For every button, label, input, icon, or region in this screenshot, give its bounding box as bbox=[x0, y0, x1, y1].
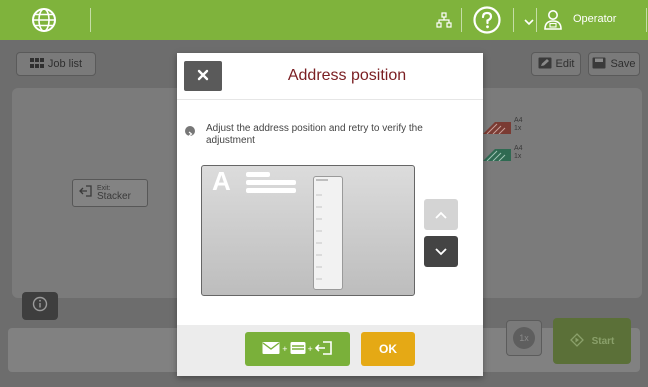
address-position-dialog: Address position Adjust the address posi… bbox=[177, 53, 483, 376]
operator-label[interactable]: Operator bbox=[573, 13, 616, 25]
document-icon bbox=[290, 341, 306, 357]
separator bbox=[461, 8, 462, 32]
job-list-button[interactable]: Job list bbox=[16, 52, 96, 76]
user-icon[interactable] bbox=[543, 9, 563, 31]
chevron-down-icon[interactable] bbox=[524, 14, 534, 26]
floppy-icon bbox=[592, 57, 606, 72]
pencil-icon bbox=[538, 57, 552, 72]
verify-run-button[interactable]: + + bbox=[245, 332, 350, 366]
exit-big-label: Stacker bbox=[97, 190, 131, 202]
separator bbox=[536, 8, 537, 32]
count-label: 1x bbox=[513, 327, 535, 349]
document-size-label: A4 bbox=[514, 117, 523, 124]
save-label: Save bbox=[610, 58, 636, 70]
top-bar: Operator bbox=[0, 0, 648, 40]
chevron-up-icon bbox=[435, 207, 447, 222]
document-stack-icon bbox=[483, 120, 511, 135]
ruler-icon bbox=[313, 176, 343, 290]
address-line bbox=[246, 188, 296, 193]
separator bbox=[646, 8, 647, 32]
network-icon[interactable] bbox=[434, 10, 454, 30]
job-list-label: Job list bbox=[47, 58, 83, 70]
document-stack-icon bbox=[483, 147, 511, 162]
address-line bbox=[246, 180, 296, 185]
start-icon bbox=[569, 332, 584, 350]
grid-icon bbox=[29, 57, 44, 71]
divider bbox=[177, 99, 483, 100]
envelope-icon bbox=[262, 341, 280, 357]
envelope-preview: A bbox=[201, 165, 415, 296]
help-icon[interactable] bbox=[472, 5, 502, 35]
ok-button[interactable]: OK bbox=[361, 332, 415, 366]
chevron-down-icon bbox=[435, 244, 447, 259]
edit-button[interactable]: Edit bbox=[531, 52, 581, 76]
exit-icon bbox=[314, 340, 333, 358]
dialog-footer: + + OK bbox=[177, 325, 483, 376]
address-line bbox=[246, 172, 270, 177]
globe-icon[interactable] bbox=[22, 4, 66, 36]
count-button[interactable]: 1x bbox=[506, 320, 542, 356]
move-up-button[interactable] bbox=[424, 199, 458, 230]
edit-label: Edit bbox=[555, 58, 575, 70]
bullet-arrow-icon bbox=[185, 126, 195, 137]
info-button[interactable] bbox=[22, 292, 58, 320]
exit-text: Exit: Stacker bbox=[97, 185, 131, 202]
document-count-label: 1x bbox=[514, 153, 522, 160]
close-icon bbox=[197, 69, 209, 84]
move-down-button[interactable] bbox=[424, 236, 458, 267]
address-block-icon: A bbox=[212, 166, 231, 196]
save-button[interactable]: Save bbox=[588, 52, 640, 76]
separator bbox=[90, 8, 91, 32]
exit-icon bbox=[79, 184, 93, 203]
close-button[interactable] bbox=[184, 61, 222, 91]
instruction-text: Adjust the address position and retry to… bbox=[206, 123, 423, 146]
info-icon bbox=[32, 296, 48, 317]
plus-icon: + bbox=[282, 344, 288, 354]
separator bbox=[513, 8, 514, 32]
plus-icon: + bbox=[307, 344, 313, 354]
exit-stacker[interactable]: Exit: Stacker bbox=[72, 179, 148, 207]
document-size-label: A4 bbox=[514, 145, 523, 152]
start-label: Start bbox=[591, 335, 615, 347]
dialog-title: Address position bbox=[287, 67, 407, 84]
document-count-label: 1x bbox=[514, 125, 522, 132]
start-button[interactable]: Start bbox=[553, 318, 631, 364]
